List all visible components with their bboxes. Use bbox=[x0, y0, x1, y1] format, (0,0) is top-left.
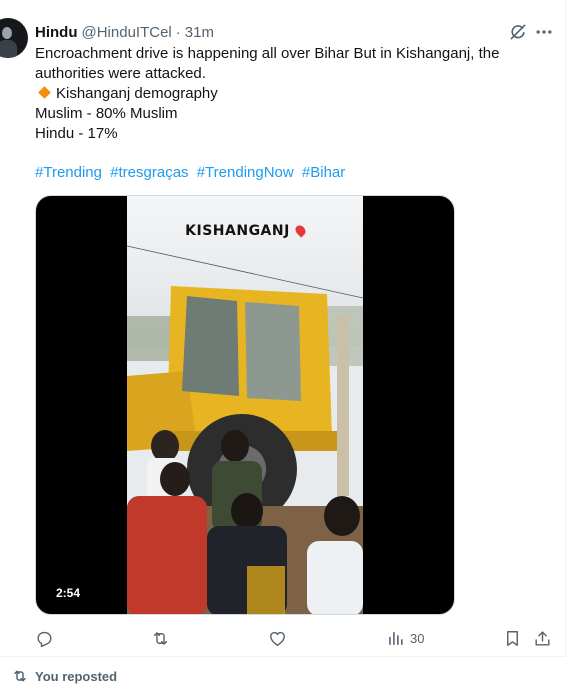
views-count: 30 bbox=[410, 630, 425, 646]
orange-diamond-icon bbox=[38, 86, 51, 99]
video-caption: KISHANGANJ bbox=[127, 223, 363, 239]
views-button[interactable]: 30 bbox=[386, 626, 424, 650]
more-icon[interactable] bbox=[534, 22, 554, 42]
reply-button[interactable] bbox=[35, 626, 54, 650]
bookmark-button[interactable] bbox=[503, 626, 522, 650]
repost-icon bbox=[153, 631, 168, 645]
video-frame: KISHANGANJ bbox=[127, 196, 363, 614]
tweet[interactable]: Hindu @HinduITCel · 31m Encroachment dri… bbox=[0, 0, 566, 657]
like-icon bbox=[270, 631, 285, 646]
repost-indicator-label: You reposted bbox=[35, 668, 118, 684]
hashtag-tresgracas[interactable]: #tresgraças bbox=[110, 164, 188, 181]
tweet-text: Encroachment drive is happening all over… bbox=[35, 44, 535, 144]
avatar-face bbox=[2, 27, 12, 39]
repost-button[interactable] bbox=[151, 626, 170, 650]
tweet-text-line: Encroachment drive is happening all over… bbox=[35, 45, 500, 62]
tweet-text-line: Kishanganj demography bbox=[35, 84, 535, 104]
video-caption-text: KISHANGANJ bbox=[185, 223, 290, 239]
hashtag-trending[interactable]: #Trending bbox=[35, 164, 102, 181]
tweet-text-line: authorities were attacked. bbox=[35, 65, 206, 82]
grok-icon[interactable] bbox=[508, 22, 528, 42]
video-scene bbox=[127, 245, 363, 614]
timestamp[interactable]: 31m bbox=[185, 24, 214, 41]
video-duration: 2:54 bbox=[50, 584, 87, 602]
reply-icon bbox=[37, 631, 52, 647]
author-name[interactable]: Hindu bbox=[35, 24, 78, 41]
video-player[interactable]: KISHANGANJ 2:54 bbox=[35, 195, 455, 615]
next-tweet-preview[interactable] bbox=[0, 687, 575, 694]
action-bar: 30 bbox=[35, 626, 555, 650]
share-button[interactable] bbox=[533, 626, 552, 650]
avatar-body bbox=[0, 40, 17, 58]
hashtag-bihar[interactable]: #Bihar bbox=[302, 164, 345, 181]
tweet-text-line: Hindu - 17% bbox=[35, 125, 118, 142]
views-icon bbox=[389, 631, 403, 645]
author-handle[interactable]: @HinduITCel bbox=[82, 24, 172, 41]
location-pin-icon bbox=[293, 223, 308, 238]
tweet-text-line: Muslim - 80% Muslim bbox=[35, 105, 178, 122]
like-button[interactable] bbox=[268, 626, 287, 650]
separator: · bbox=[175, 23, 181, 41]
share-icon bbox=[535, 630, 550, 646]
tweet-header: Hindu @HinduITCel · 31m bbox=[35, 22, 214, 42]
tweet-text-demography: Kishanganj demography bbox=[56, 85, 218, 102]
bookmark-icon bbox=[507, 630, 518, 646]
hashtags: #Trending #tresgraças #TrendingNow #Biha… bbox=[35, 163, 349, 183]
repost-indicator-icon bbox=[14, 670, 26, 682]
repost-indicator: You reposted bbox=[12, 667, 117, 685]
avatar[interactable] bbox=[0, 18, 28, 58]
hashtag-trendingnow[interactable]: #TrendingNow bbox=[197, 164, 294, 181]
